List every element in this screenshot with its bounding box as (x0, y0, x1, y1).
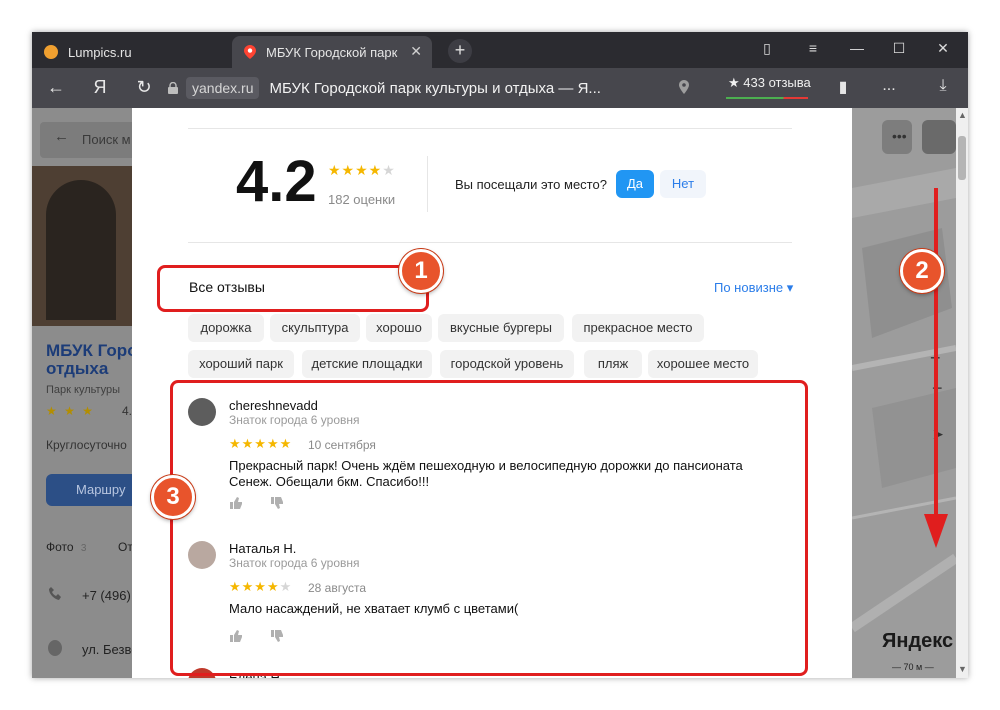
bookmark-icon[interactable]: ▮ (832, 77, 854, 97)
address-text: ул. Безве (82, 642, 139, 657)
annotation-badge-2: 2 (900, 249, 944, 293)
tag-chip[interactable]: вкусные бургеры (438, 314, 564, 342)
scroll-up-icon[interactable]: ▲ (958, 110, 967, 120)
close-window-icon[interactable]: ✕ (928, 40, 958, 57)
annotation-badge-3: 3 (151, 475, 195, 519)
place-stars: ★ ★ ★ (46, 404, 95, 418)
reviews-count-button[interactable]: ★ 433 отзыва (724, 73, 815, 101)
bookmarks-collection-icon[interactable]: ▯ (752, 40, 782, 57)
map-scale: — 70 м — (892, 662, 934, 672)
url-page-title: МБУК Городской парк культуры и отдыха — … (269, 79, 601, 97)
tab-label: Lumpics.ru (68, 44, 132, 60)
new-tab-button[interactable]: + (448, 39, 472, 63)
url-domain: yandex.ru (186, 77, 260, 99)
ratings-count: 182 оценки (328, 192, 396, 207)
address-bar: ← Я ↻ yandex.ru МБУК Городской парк куль… (32, 68, 968, 108)
tab-photo-label: Фото (46, 540, 74, 554)
reviews-count-label: ★ 433 отзыва (728, 75, 811, 90)
annotation-badge-1: 1 (399, 249, 443, 293)
lumpics-favicon-icon (44, 45, 58, 59)
tag-chip[interactable]: хороший парк (188, 350, 294, 378)
tab-label: МБУК Городской парк (266, 44, 398, 60)
reload-icon[interactable]: ↻ (132, 77, 156, 98)
tag-chip[interactable]: пляж (584, 350, 642, 378)
lock-icon (168, 82, 178, 94)
more-dots-icon: ••• (892, 128, 907, 144)
user-avatar[interactable] (922, 120, 956, 154)
tag-chip[interactable]: городской уровень (440, 350, 574, 378)
maximize-icon[interactable]: ☐ (884, 40, 914, 57)
tab-bar: Lumpics.ru МБУК Городской парк ✕ + ▯ ≡ —… (32, 32, 968, 68)
tag-chip[interactable]: дорожка (188, 314, 264, 342)
opening-hours: Круглосуточно (46, 438, 127, 452)
divider (188, 242, 792, 243)
minimize-icon[interactable]: — (842, 40, 872, 56)
place-name-line1: МБУК Горо (46, 341, 138, 360)
tab-photo[interactable]: Фото 3 (46, 540, 86, 554)
scrollbar-thumb[interactable] (958, 136, 966, 180)
divider (188, 128, 792, 129)
place-name: МБУК Горо отдыха (46, 342, 138, 378)
map-pin-favicon-icon (244, 45, 256, 59)
tab-close-icon[interactable]: ✕ (410, 43, 422, 60)
scroll-down-arrow (924, 188, 948, 548)
place-name-line2: отдыха (46, 359, 109, 378)
stars-empty: ★ (382, 162, 396, 178)
menu-icon[interactable]: ≡ (798, 40, 828, 56)
tab-reviews-short[interactable]: От (118, 540, 133, 554)
yes-button[interactable]: Да (616, 170, 654, 198)
tag-chip[interactable]: хорошее место (648, 350, 758, 378)
yandex-logo: Яндекс (882, 630, 954, 652)
no-button[interactable]: Нет (660, 170, 706, 198)
address-pin-icon (48, 640, 62, 656)
yandex-icon[interactable]: Я (88, 77, 112, 98)
tag-chip[interactable]: хорошо (366, 314, 432, 342)
visited-question: Вы посещали это место? (455, 177, 607, 192)
arch-image (46, 180, 116, 320)
place-category: Парк культуры (46, 384, 121, 396)
rating-stars: ★★★★★ (328, 162, 396, 179)
vertical-divider (427, 156, 428, 212)
place-rating: 4. (122, 404, 133, 418)
tag-chip[interactable]: детские площадки (302, 350, 432, 378)
tab-photo-count: 3 (80, 543, 87, 554)
average-rating: 4.2 (236, 149, 317, 214)
tag-chip[interactable]: прекрасное место (572, 314, 704, 342)
phone-icon (49, 587, 61, 600)
sort-dropdown[interactable]: По новизне ▾ (714, 280, 793, 296)
tag-chip[interactable]: скульптура (270, 314, 360, 342)
scroll-down-icon[interactable]: ▼ (958, 664, 967, 674)
tab-yandex-maps[interactable]: МБУК Городской парк ✕ (232, 36, 432, 68)
location-icon[interactable] (679, 80, 689, 94)
back-icon[interactable]: ← (54, 128, 69, 145)
annotation-box-review-list (170, 380, 808, 676)
more-menu-button[interactable]: ... (878, 77, 900, 95)
phone-number[interactable]: +7 (496) (82, 588, 131, 603)
download-icon[interactable]: ⤓ (932, 77, 954, 95)
stars-filled: ★★★★ (328, 162, 383, 178)
rating-bar (726, 97, 808, 99)
route-label: Маршру (76, 482, 126, 497)
place-sidebar: Поиск м ← МБУК Горо отдыха Парк культуры… (32, 108, 166, 678)
back-arrow-icon[interactable]: ← (44, 77, 68, 98)
tab-lumpics[interactable]: Lumpics.ru (32, 36, 232, 68)
annotation-box-all-reviews (157, 265, 429, 312)
